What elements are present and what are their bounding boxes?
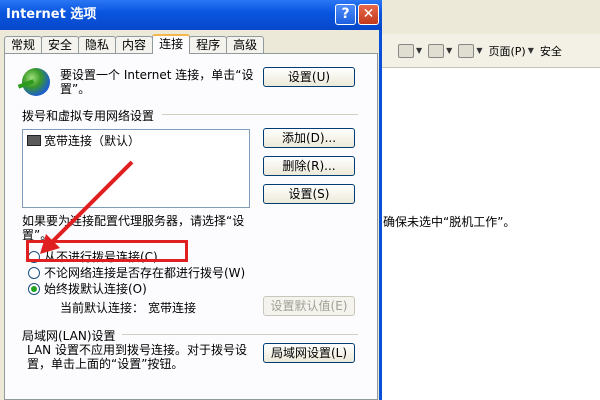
feeds-icon [428,43,445,58]
tab-connections[interactable]: 连接 [152,34,191,54]
feeds-tool[interactable]: ▼ [428,43,453,58]
page-menu-label: 页面(P) [488,44,526,58]
safety-menu[interactable]: 安全 [540,43,562,59]
safety-menu-label: 安全 [539,44,562,58]
home-icon [398,43,414,58]
chevron-down-icon: ▼ [446,46,453,55]
arrow-shaft [50,160,134,244]
print-tool[interactable]: ▼ [458,43,483,58]
home-tool[interactable]: ▼ [398,43,423,58]
chevron-down-icon: ▼ [527,46,534,55]
printer-icon [458,43,475,58]
browser-titlebar [380,0,600,34]
browser-content-text: 确保未选中“脱机工作”。 [383,215,516,229]
annotation-arrow-icon [40,160,134,254]
browser-toolbar: ▼ ▼ ▼ 页面(P) ▼ 安全 [380,34,600,68]
page-menu[interactable]: 页面(P) ▼ [488,43,533,59]
chevron-down-icon: ▼ [476,46,483,55]
browser-content-area [380,68,600,400]
chevron-down-icon: ▼ [416,46,423,55]
internet-options-dialog: Internet 选项 ? ✕ 常规 安全 隐私 内容 连接 程序 高级 要设置… [0,0,382,400]
